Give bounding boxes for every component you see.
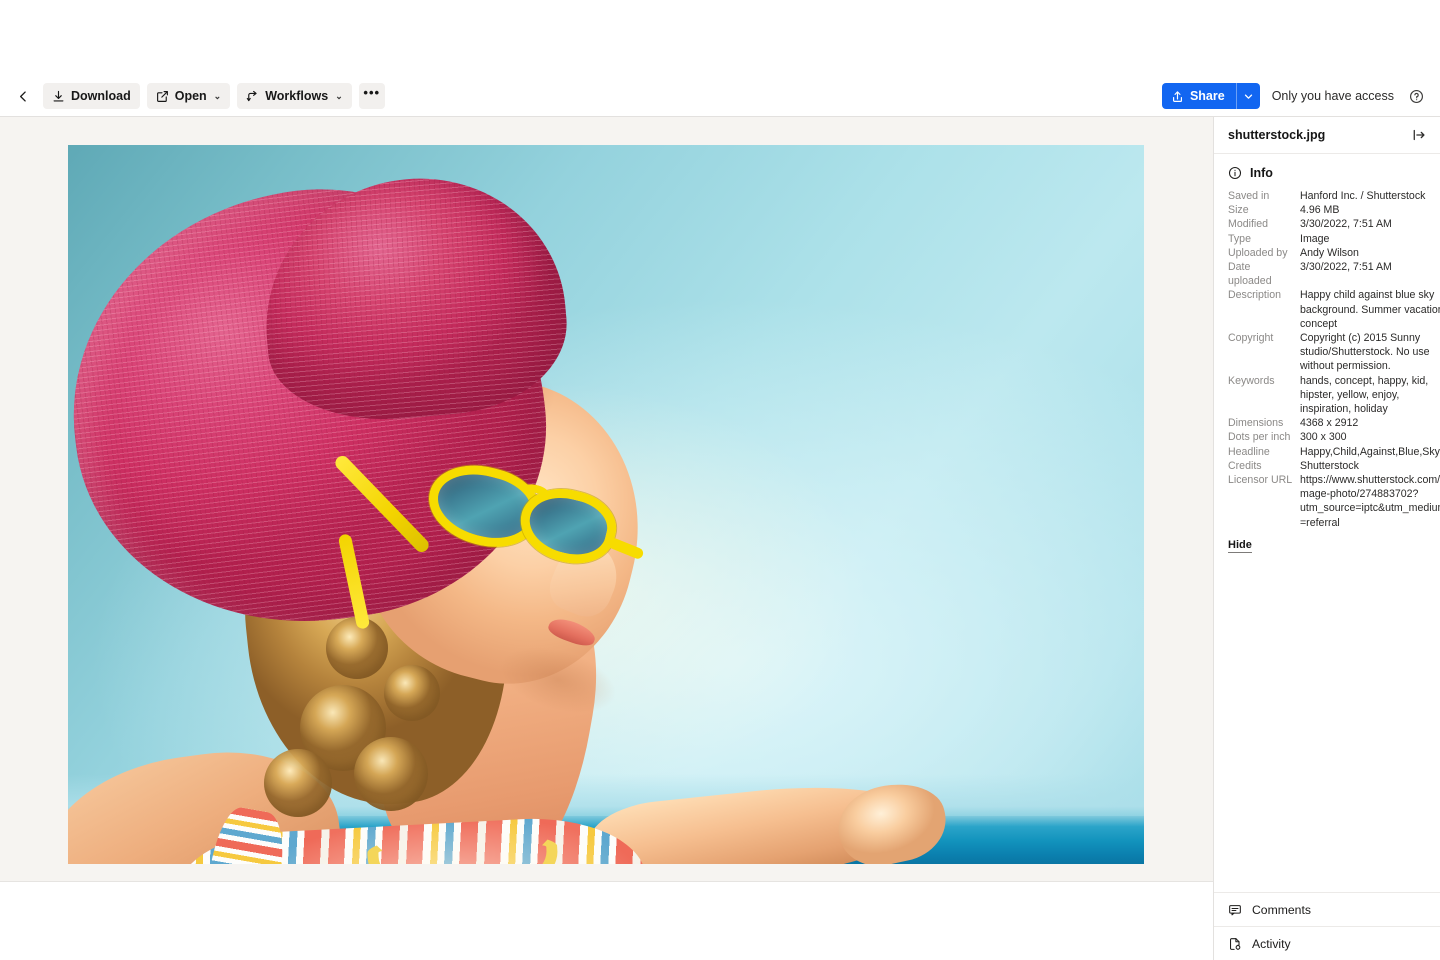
metadata-value: 300 x 300 [1300,431,1347,444]
workflow-icon [246,90,259,103]
metadata-key: Credits [1228,459,1262,472]
photo-curl [384,665,440,721]
metadata-key: Size [1228,204,1249,217]
file-name-title: shutterstock.jpg [1228,128,1326,142]
metadata-key: Keywords [1228,374,1275,387]
metadata-key: Type [1228,232,1251,245]
toolbar-right-group: Share Only you have access [1161,83,1426,109]
workflows-button[interactable]: Workflows ⌄ [237,83,352,109]
metadata-row: Description Happy child against blue sky… [1228,288,1440,331]
metadata-row: Type Image [1228,232,1440,246]
metadata-row: Uploaded by Andy Wilson [1228,246,1440,260]
metadata-row: Modified 3/30/2022, 7:51 AM [1228,217,1440,231]
metadata-row: Dots per inch 300 x 300 [1228,430,1440,444]
metadata-value: Andy Wilson [1300,246,1359,259]
metadata-value: Happy child against blue sky background.… [1300,289,1440,330]
metadata-row: Headline Happy,Child,Against,Blue,Sky,Ba… [1228,445,1440,459]
metadata-row: Licensor URL https://www.shutterstock.co… [1228,473,1440,530]
metadata-key: Description [1228,289,1281,302]
metadata-value: 4.96 MB [1300,204,1340,217]
share-up-icon [1171,90,1184,103]
metadata-row: Credits Shutterstock [1228,459,1440,473]
metadata-row: Keywords hands, concept, happy, kid, hip… [1228,374,1440,417]
metadata-value: 3/30/2022, 7:51 AM [1300,261,1392,274]
comments-label: Comments [1252,902,1311,917]
metadata-key: Dimensions [1228,417,1284,430]
collapse-panel-right-icon[interactable] [1408,124,1430,146]
metadata-value: Hanford Inc. / Shutterstock [1300,190,1426,202]
metadata-key: Headline [1228,445,1270,458]
details-panel-header: shutterstock.jpg [1214,117,1440,154]
info-section-label: Info [1250,166,1273,180]
chevron-down-icon [1243,91,1254,102]
top-toolbar: Download Open ⌄ Workflows ⌄ ••• Share On… [0,76,1440,117]
share-button[interactable]: Share [1161,83,1236,109]
share-button-group: Share [1161,83,1260,109]
metadata-key: Date uploaded [1228,261,1272,288]
metadata-key: Dots per inch [1228,431,1291,444]
metadata-key: Uploaded by [1228,246,1288,259]
back-button[interactable] [10,83,36,109]
share-label: Share [1189,89,1225,103]
download-label: Download [71,89,131,103]
external-link-icon [156,90,169,103]
info-circle-icon [1228,166,1242,180]
metadata-key: Copyright [1228,332,1274,345]
metadata-row: Date uploaded 3/30/2022, 7:51 AM [1228,260,1440,288]
chevron-down-icon: ⌄ [213,90,222,101]
metadata-value: Shutterstock [1300,459,1359,472]
comment-bubble-icon [1228,903,1242,917]
open-button[interactable]: Open ⌄ [146,83,231,109]
details-panel-body: Info Saved in Hanford Inc. / Shutterstoc… [1214,154,1440,892]
download-button[interactable]: Download [43,83,140,109]
photo-curl [354,737,428,811]
metadata-row: Saved in Hanford Inc. / Shutterstock [1228,189,1440,203]
metadata-value: Copyright (c) 2015 Sunny studio/Shutters… [1300,332,1433,373]
metadata-value: https://www.shutterstock.com/image-photo… [1300,474,1440,529]
metadata-value: 4368 x 2912 [1300,417,1359,430]
access-status-label: Only you have access [1271,89,1394,103]
chevron-down-icon: ⌄ [335,90,343,101]
metadata-key: Modified [1228,218,1269,231]
metadata-row: Dimensions 4368 x 2912 [1228,416,1440,430]
metadata-value: Image [1300,232,1330,245]
download-icon [52,90,65,103]
preview-canvas [0,117,1213,882]
metadata-list: Saved in Hanford Inc. / Shutterstock Siz… [1214,189,1440,530]
hide-info-link[interactable]: Hide [1228,539,1252,553]
chevron-left-icon [17,90,30,103]
activity-document-icon [1228,937,1242,951]
open-label: Open [174,89,207,103]
workflows-label: Workflows [265,89,329,103]
metadata-key: Licensor URL [1228,474,1293,487]
metadata-value: 3/30/2022, 7:51 AM [1300,218,1392,231]
help-circle-icon[interactable] [1406,86,1426,106]
info-section-header[interactable]: Info [1214,166,1440,180]
activity-label: Activity [1252,936,1291,951]
metadata-key: Saved in [1228,190,1270,202]
metadata-value: Happy,Child,Against,Blue,Sky,Background [1300,445,1440,458]
more-options-button[interactable]: ••• [358,83,385,109]
image-preview[interactable] [68,145,1144,864]
file-preview-app: Download Open ⌄ Workflows ⌄ ••• Share On… [0,0,1440,960]
share-dropdown-button[interactable] [1235,83,1260,109]
comments-section-button[interactable]: Comments [1214,892,1440,926]
details-panel-footer: Comments Activity [1214,892,1440,960]
photo-curl [264,749,332,817]
metadata-row: Size 4.96 MB [1228,203,1440,217]
toolbar-left-group: Download Open ⌄ Workflows ⌄ ••• [10,83,385,109]
metadata-row: Copyright Copyright (c) 2015 Sunny studi… [1228,331,1440,374]
details-panel: shutterstock.jpg Info Saved in Hanford I… [1213,117,1440,960]
activity-section-button[interactable]: Activity [1214,926,1440,960]
metadata-value: hands, concept, happy, kid, hipster, yel… [1300,374,1432,416]
